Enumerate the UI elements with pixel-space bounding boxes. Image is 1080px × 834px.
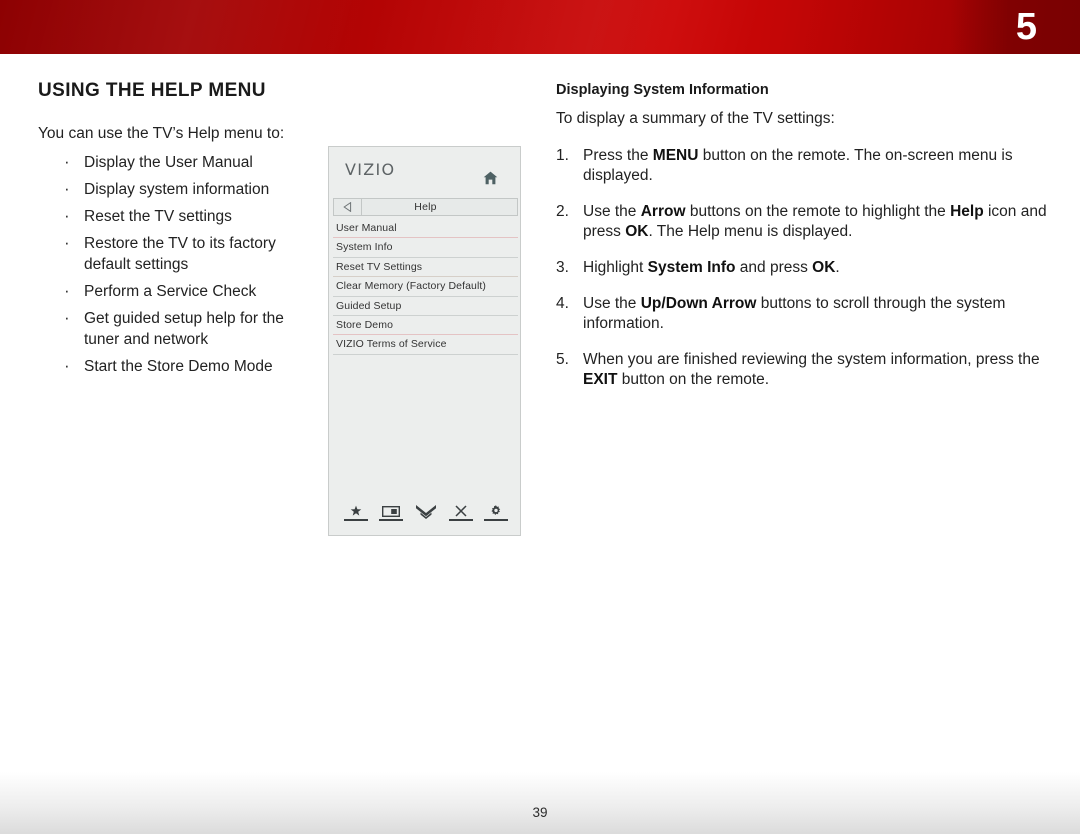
pip-glyph <box>381 504 400 518</box>
icon-underline <box>448 519 473 521</box>
step-text: When you are finished reviewing the syst… <box>583 351 1040 388</box>
icon-underline <box>483 519 508 521</box>
step-text: Highlight System Info and press OK. <box>583 259 840 276</box>
step-number: 5. <box>556 351 569 368</box>
subsection-title: Displaying System Information <box>556 82 769 98</box>
tv-menu-item-user-manual[interactable]: User Manual <box>332 219 519 237</box>
tv-menu-header: VIZIO <box>329 147 520 195</box>
step-number: 4. <box>556 295 569 312</box>
tv-help-menu-screenshot: VIZIO Help User Manual System Info Reset… <box>328 146 521 536</box>
icon-underline <box>414 519 438 521</box>
step-item: 2. Use the Arrow buttons on the remote t… <box>556 202 1056 242</box>
tv-menu-item-store-demo[interactable]: Store Demo <box>332 316 519 334</box>
step-item: 1. Press the MENU button on the remote. … <box>556 146 1056 186</box>
tv-menu-item-reset-tv-settings[interactable]: Reset TV Settings <box>332 258 519 276</box>
footer-gradient <box>0 772 1080 834</box>
step-text: Press the MENU button on the remote. The… <box>583 147 1013 184</box>
step-number: 1. <box>556 147 569 164</box>
vizio-logo: VIZIO <box>345 160 396 179</box>
icon-underline <box>343 519 368 521</box>
star-icon[interactable] <box>343 504 368 521</box>
divider <box>333 353 518 355</box>
tv-menu-items: User Manual System Info Reset TV Setting… <box>332 219 519 355</box>
left-column: USING THE HELP MENU You can use the TV’s… <box>38 80 320 383</box>
picture-in-picture-icon[interactable] <box>378 504 403 521</box>
step-text: Use the Up/Down Arrow buttons to scroll … <box>583 295 1006 332</box>
double-chevron-down-icon[interactable] <box>414 504 438 521</box>
tv-menu-item-guided-setup[interactable]: Guided Setup <box>332 297 519 315</box>
star-glyph <box>350 504 362 518</box>
chapter-banner: 5 <box>0 0 1080 54</box>
step-item: 4. Use the Up/Down Arrow buttons to scro… <box>556 294 1056 334</box>
instruction-steps: 1. Press the MENU button on the remote. … <box>556 146 1056 390</box>
list-item: Perform a Service Check <box>38 280 320 302</box>
tv-menu-breadcrumb-bar: Help <box>333 198 518 216</box>
gear-glyph <box>490 504 502 518</box>
tv-menu-item-vizio-terms-of-service[interactable]: VIZIO Terms of Service <box>332 335 519 353</box>
manual-page: 5 USING THE HELP MENU You can use the TV… <box>0 0 1080 834</box>
banner-sheen <box>0 0 1080 54</box>
tv-menu-item-clear-memory[interactable]: Clear Memory (Factory Default) <box>332 277 519 295</box>
help-capabilities-list: Display the User Manual Display system i… <box>38 151 320 377</box>
step-item: 5. When you are finished reviewing the s… <box>556 350 1056 390</box>
list-item: Get guided setup help for the tuner and … <box>38 307 320 350</box>
left-lead-text: You can use the TV’s Help menu to: <box>38 125 285 142</box>
page-number: 39 <box>532 805 548 820</box>
icon-underline <box>378 519 403 521</box>
list-item: Start the Store Demo Mode <box>38 355 320 377</box>
page-title: USING THE HELP MENU <box>38 80 266 101</box>
list-item: Display system information <box>38 178 320 200</box>
step-text: Use the Arrow buttons on the remote to h… <box>583 203 1047 240</box>
list-item: Restore the TV to its factory default se… <box>38 232 320 275</box>
tv-menu-icon-bar <box>329 504 522 521</box>
list-item: Display the User Manual <box>38 151 320 173</box>
x-glyph <box>454 504 467 518</box>
step-number: 3. <box>556 259 569 276</box>
gear-icon[interactable] <box>483 504 508 521</box>
back-arrow-icon[interactable] <box>334 199 362 215</box>
double-chevron-glyph <box>415 504 437 519</box>
right-intro-text: To display a summary of the TV settings: <box>556 110 835 127</box>
list-item: Reset the TV settings <box>38 205 320 227</box>
step-item: 3. Highlight System Info and press OK. <box>556 258 1056 278</box>
step-number: 2. <box>556 203 569 220</box>
close-x-icon[interactable] <box>448 504 473 521</box>
home-icon[interactable] <box>483 171 498 190</box>
tv-menu-item-system-info[interactable]: System Info <box>332 238 519 256</box>
breadcrumb: Help <box>414 201 437 213</box>
chapter-number: 5 <box>1015 6 1037 48</box>
right-column: Displaying System Information To display… <box>556 82 1056 406</box>
